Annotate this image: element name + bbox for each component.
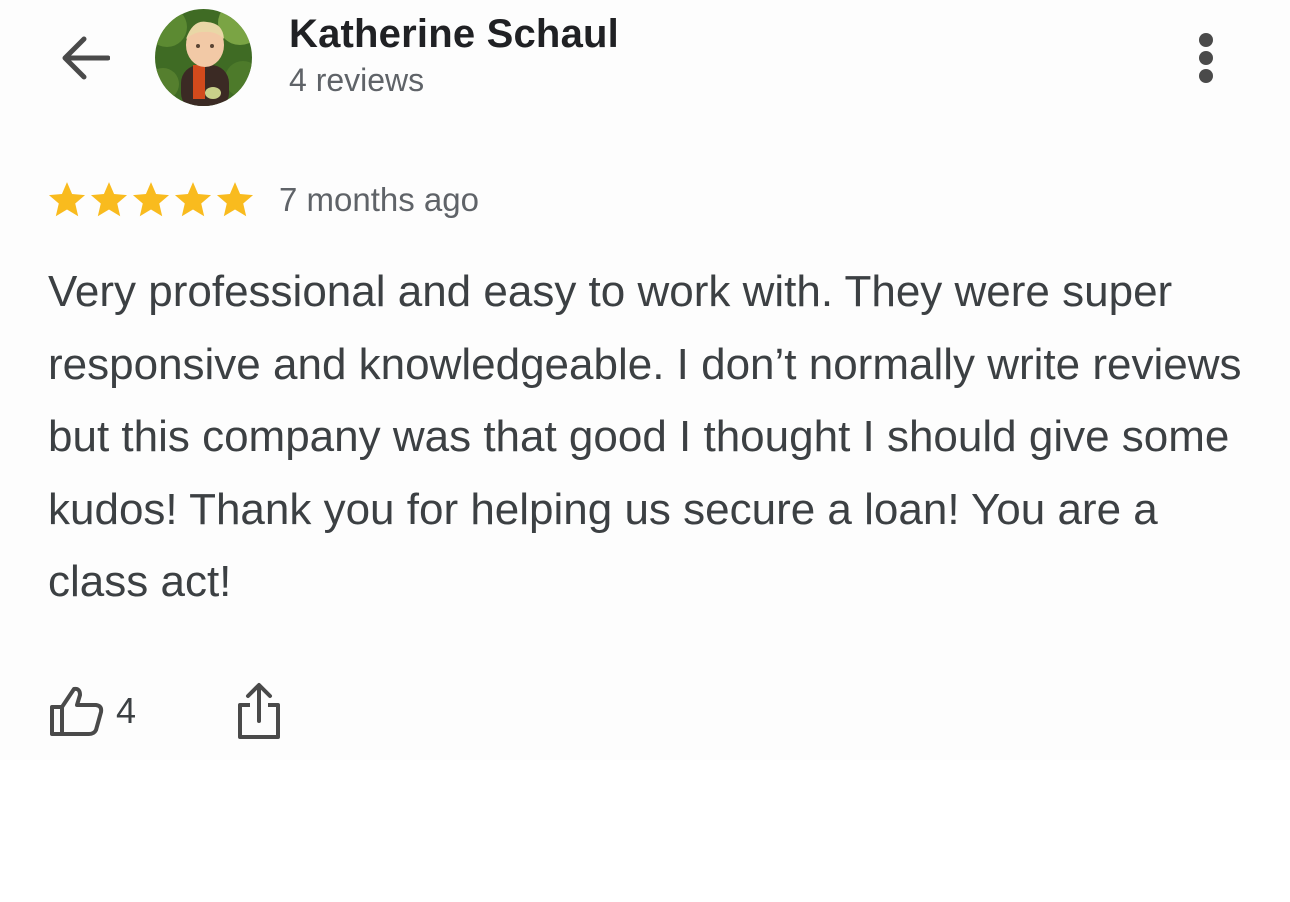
more-options-button[interactable] bbox=[1186, 26, 1226, 90]
avatar[interactable] bbox=[155, 9, 252, 106]
thumb-up-icon bbox=[50, 686, 104, 736]
share-icon bbox=[238, 683, 281, 739]
star-icon bbox=[48, 182, 86, 217]
reviewer-name[interactable]: Katherine Schaul bbox=[289, 12, 619, 57]
avatar-photo bbox=[155, 9, 252, 106]
more-vert-icon bbox=[1199, 33, 1213, 83]
review-actions: 4 bbox=[48, 676, 282, 746]
star-icon bbox=[90, 182, 128, 217]
back-arrow-icon bbox=[62, 36, 110, 80]
review-header: Katherine Schaul 4 reviews bbox=[0, 0, 1290, 120]
star-rating bbox=[46, 179, 256, 221]
star-icon bbox=[174, 182, 212, 217]
review-text: Very professional and easy to work with.… bbox=[48, 267, 1242, 606]
back-button[interactable] bbox=[52, 28, 116, 88]
like-count: 4 bbox=[116, 690, 137, 731]
rating-row: 7 months ago bbox=[46, 175, 479, 225]
like-button[interactable]: 4 bbox=[48, 685, 136, 737]
review-card: Katherine Schaul 4 reviews 7 months ago … bbox=[0, 0, 1290, 760]
star-icon bbox=[216, 182, 254, 217]
reviewer-review-count: 4 reviews bbox=[289, 62, 425, 98]
review-age: 7 months ago bbox=[279, 181, 479, 218]
share-button[interactable] bbox=[236, 681, 282, 741]
star-icon bbox=[132, 182, 170, 217]
